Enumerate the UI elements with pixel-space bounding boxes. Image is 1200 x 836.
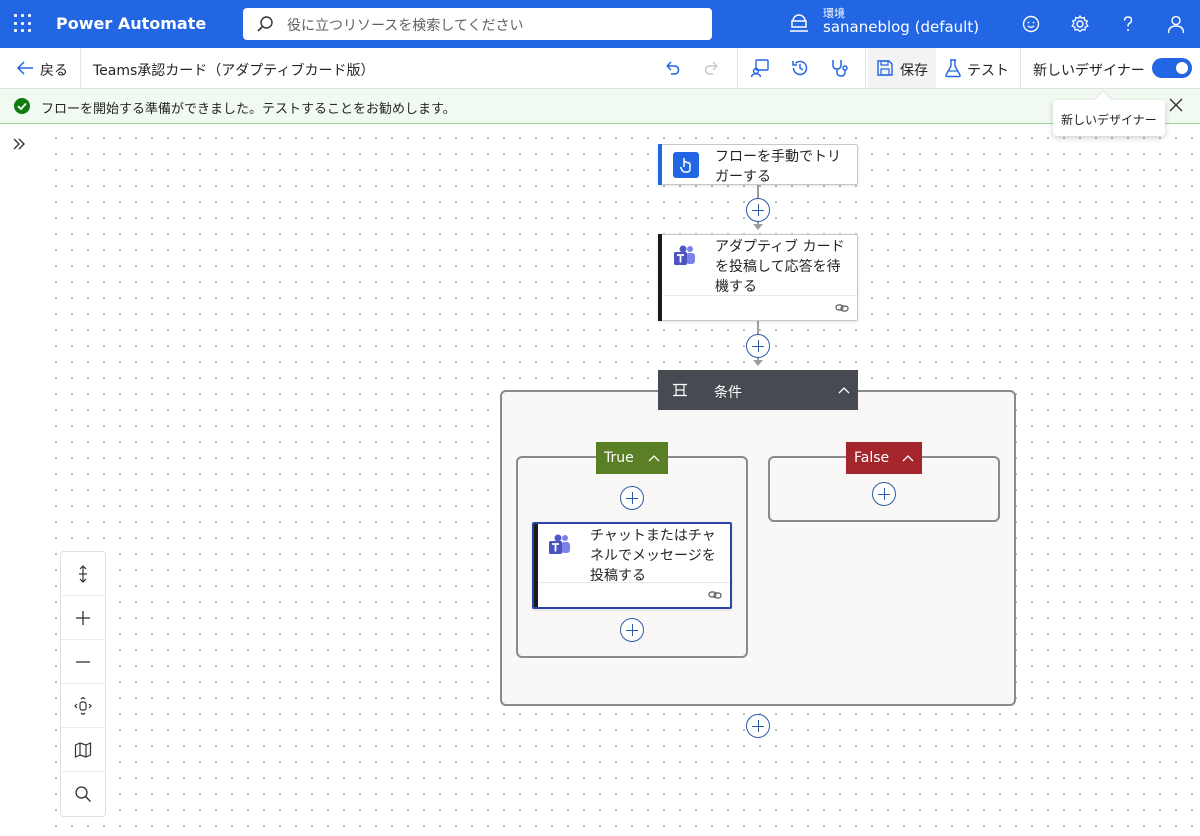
back-arrow-icon: [16, 61, 33, 75]
environment-selector[interactable]: sananeblog (default): [823, 18, 979, 36]
add-step-button[interactable]: [746, 198, 770, 222]
stethoscope-icon[interactable]: [829, 57, 851, 79]
expand-chevron-icon[interactable]: [11, 136, 27, 152]
teams-icon: [674, 245, 695, 265]
true-branch-label: True: [604, 450, 634, 466]
tooltip-text: 新しいデザイナー: [1061, 113, 1157, 127]
save-disk-icon: [877, 60, 893, 76]
divider: [1020, 48, 1021, 88]
chevron-up-icon[interactable]: [902, 454, 914, 462]
test-button[interactable]: テスト: [940, 48, 1016, 88]
search-box[interactable]: 役に立つリソースを検索してください: [243, 8, 712, 40]
flow-checker-icon[interactable]: [749, 57, 771, 79]
close-icon[interactable]: [1168, 97, 1184, 113]
teams-icon: [549, 534, 570, 554]
trigger-card[interactable]: フローを手動でトリガーする: [658, 144, 858, 185]
divider: [737, 48, 738, 88]
fit-vertical-button[interactable]: [61, 552, 105, 596]
link-icon[interactable]: [708, 589, 722, 601]
add-step-button[interactable]: [620, 618, 644, 642]
false-branch-tag[interactable]: False: [846, 442, 922, 474]
true-action-title: チャットまたはチャネルでメッセージを投稿する: [590, 528, 716, 584]
chevron-up-icon[interactable]: [838, 386, 850, 394]
post-adaptive-card-action[interactable]: アダプティブ カードを投稿して応答を待機する: [658, 234, 858, 321]
add-step-button[interactable]: [620, 486, 644, 510]
notification-bar: フローを開始する準備ができました。テストすることをお勧めします。: [0, 89, 1200, 124]
condition-header[interactable]: 条件: [658, 370, 858, 410]
back-button[interactable]: 戻る: [12, 48, 80, 88]
search-placeholder: 役に立つリソースを検索してください: [287, 18, 524, 34]
fit-view-button[interactable]: [61, 684, 105, 728]
save-button[interactable]: 保存: [868, 48, 936, 88]
success-check-icon: [14, 98, 30, 114]
card-accent: [658, 144, 662, 185]
card-accent: [658, 234, 662, 321]
flow-title: Teams承認カード（アダプティブカード版）: [93, 63, 375, 79]
hand-touch-icon: [673, 152, 699, 178]
undo-icon[interactable]: [661, 57, 683, 79]
minimap-button[interactable]: [61, 728, 105, 772]
card-footer: [538, 582, 730, 607]
divider: [80, 48, 81, 88]
condition-label: 条件: [714, 385, 742, 401]
beaker-icon: [945, 59, 961, 78]
add-step-button[interactable]: [746, 714, 770, 738]
condition-icon: [673, 383, 687, 397]
save-label: 保存: [900, 63, 928, 79]
link-icon[interactable]: [835, 302, 849, 314]
new-designer-label: 新しいデザイナー: [1033, 63, 1145, 79]
notification-text: フローを開始する準備ができました。テストすることをお勧めします。: [41, 102, 456, 117]
minus-icon: [76, 661, 90, 663]
app-launcher-icon[interactable]: [14, 14, 34, 34]
test-label: テスト: [967, 63, 1009, 79]
environment-icon: [790, 14, 808, 32]
top-app-bar: Power Automate 役に立つリソースを検索してください 環境 sana…: [0, 0, 1200, 48]
zoom-controls: [60, 551, 106, 817]
left-rail: [0, 124, 42, 836]
true-branch-tag[interactable]: True: [596, 442, 668, 474]
settings-gear-icon[interactable]: [1069, 13, 1091, 35]
app-name[interactable]: Power Automate: [56, 14, 206, 33]
false-branch-label: False: [854, 450, 890, 466]
chevron-up-icon[interactable]: [648, 454, 660, 462]
new-designer-tooltip: 新しいデザイナー: [1053, 100, 1165, 136]
fit-view-icon: [74, 697, 92, 715]
zoom-out-button[interactable]: [61, 640, 105, 684]
redo-icon[interactable]: [701, 57, 723, 79]
trigger-title: フローを手動でトリガーする: [715, 149, 841, 185]
version-history-icon[interactable]: [789, 57, 811, 79]
action1-title: アダプティブ カードを投稿して応答を待機する: [715, 239, 845, 295]
search-icon: [257, 16, 273, 32]
help-icon[interactable]: [1117, 13, 1139, 35]
search-canvas-button[interactable]: [61, 772, 105, 816]
feedback-smiley-icon[interactable]: [1020, 13, 1042, 35]
add-step-button[interactable]: [746, 334, 770, 358]
card-footer: [663, 295, 857, 320]
zoom-in-button[interactable]: [61, 596, 105, 640]
add-step-button[interactable]: [872, 482, 896, 506]
map-icon: [74, 742, 92, 758]
fit-vertical-icon: [79, 565, 87, 583]
designer-canvas[interactable]: フローを手動でトリガーする アダプティブ カードを投稿して応答を待機する 条件: [42, 124, 1200, 836]
toggle-knob: [1176, 62, 1188, 74]
divider: [865, 48, 866, 88]
search-icon: [75, 786, 91, 802]
plus-icon: [76, 611, 90, 625]
account-icon[interactable]: [1165, 13, 1187, 35]
back-label: 戻る: [40, 63, 68, 79]
new-designer-toggle[interactable]: [1152, 58, 1192, 78]
command-bar: 戻る Teams承認カード（アダプティブカード版） 保存 テスト 新しいデザイナ…: [0, 48, 1200, 89]
post-message-action[interactable]: チャットまたはチャネルでメッセージを投稿する: [532, 522, 732, 609]
